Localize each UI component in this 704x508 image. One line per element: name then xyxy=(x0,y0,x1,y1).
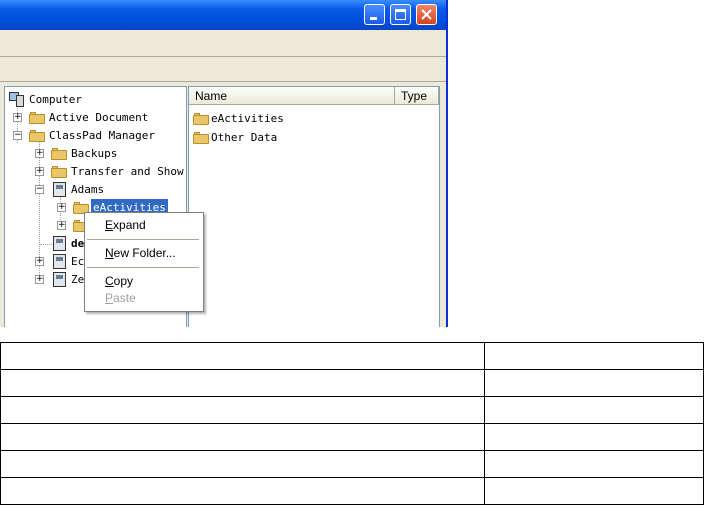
expand-toggle[interactable]: + xyxy=(35,257,44,266)
tree-item-label: Adams xyxy=(71,183,105,196)
mnemonic: E xyxy=(105,218,114,232)
maximize-icon xyxy=(395,9,406,20)
menu-item-expand[interactable]: Expand xyxy=(105,217,146,233)
calculator-icon xyxy=(53,272,66,287)
folder-icon xyxy=(193,113,209,125)
table-cell[interactable] xyxy=(484,396,704,424)
table-row xyxy=(0,369,704,397)
tree-item-label: Backups xyxy=(71,147,118,160)
menu-item-new-folder[interactable]: New Folder... xyxy=(105,245,176,261)
list-item-name: eActivities xyxy=(211,112,284,125)
table-cell[interactable] xyxy=(0,396,485,424)
collapse-toggle[interactable]: − xyxy=(13,131,22,140)
menu-item-rest: xpand xyxy=(113,218,146,232)
minimize-button[interactable] xyxy=(364,4,385,25)
table-cell[interactable] xyxy=(0,369,485,397)
menu-item-rest: opy xyxy=(113,274,134,288)
file-list[interactable]: Name Type eActivities Other Data xyxy=(188,86,440,327)
expand-toggle[interactable]: + xyxy=(13,113,22,122)
expand-toggle[interactable]: + xyxy=(35,275,44,284)
menu-item-rest: aste xyxy=(113,291,136,305)
table-cell[interactable] xyxy=(484,342,704,370)
table-cell[interactable] xyxy=(0,477,485,505)
mnemonic: C xyxy=(105,274,114,288)
table-row xyxy=(0,423,704,451)
expand-toggle[interactable]: + xyxy=(57,203,66,212)
tree-item-label: de xyxy=(71,237,85,250)
computer-icon xyxy=(9,92,25,107)
table-row xyxy=(0,450,704,478)
table-row xyxy=(0,342,704,370)
calculator-icon xyxy=(53,236,66,251)
table-cell[interactable] xyxy=(0,342,485,370)
close-button[interactable] xyxy=(416,4,437,25)
tree-item-label: Transfer and Show xyxy=(71,165,184,178)
calculator-icon xyxy=(53,182,66,197)
tree-item-label: Computer xyxy=(29,93,82,106)
menu-separator xyxy=(87,267,199,268)
tree-item-label: ClassPad Manager xyxy=(49,129,155,142)
collapse-toggle[interactable]: − xyxy=(35,185,44,194)
list-item-name: Other Data xyxy=(211,131,278,144)
folder-icon xyxy=(29,130,45,142)
expand-toggle[interactable]: + xyxy=(57,221,66,230)
table-cell[interactable] xyxy=(0,450,485,478)
mnemonic: N xyxy=(105,246,114,260)
tree-item-label: Ec xyxy=(71,255,85,268)
expand-toggle[interactable]: + xyxy=(35,167,44,176)
menu-item-copy[interactable]: Copy xyxy=(105,273,133,289)
table-cell[interactable] xyxy=(484,450,704,478)
table-cell[interactable] xyxy=(484,477,704,505)
folder-icon xyxy=(29,112,45,124)
table-row xyxy=(0,477,704,505)
column-header-name[interactable]: Name xyxy=(189,87,395,105)
folder-icon xyxy=(193,132,209,144)
classpad-manager-window: Computer + Active Document − ClassPad Ma… xyxy=(0,0,448,327)
table-cell[interactable] xyxy=(484,369,704,397)
expand-toggle[interactable]: + xyxy=(35,149,44,158)
calculator-icon xyxy=(53,254,66,269)
menu-item-rest: ew Folder... xyxy=(113,246,176,260)
menu-bar xyxy=(0,30,446,57)
answer-table xyxy=(0,342,704,505)
mnemonic: P xyxy=(105,291,114,305)
table-row xyxy=(0,396,704,424)
table-cell[interactable] xyxy=(484,423,704,451)
title-bar[interactable] xyxy=(0,0,446,30)
minimize-icon xyxy=(370,17,377,20)
column-header-type[interactable]: Type xyxy=(395,87,439,105)
tree-item-label: Active Document xyxy=(49,111,149,124)
table-cell[interactable] xyxy=(0,423,485,451)
close-icon xyxy=(421,9,432,20)
folder-icon xyxy=(51,166,67,178)
toolbar xyxy=(0,57,446,82)
menu-separator xyxy=(87,239,199,240)
maximize-button[interactable] xyxy=(390,4,411,25)
folder-icon xyxy=(51,148,67,160)
context-menu: Expand New Folder... Copy Paste xyxy=(84,212,204,312)
menu-item-paste: Paste xyxy=(105,290,136,306)
tree-item-label: Ze xyxy=(71,273,85,286)
